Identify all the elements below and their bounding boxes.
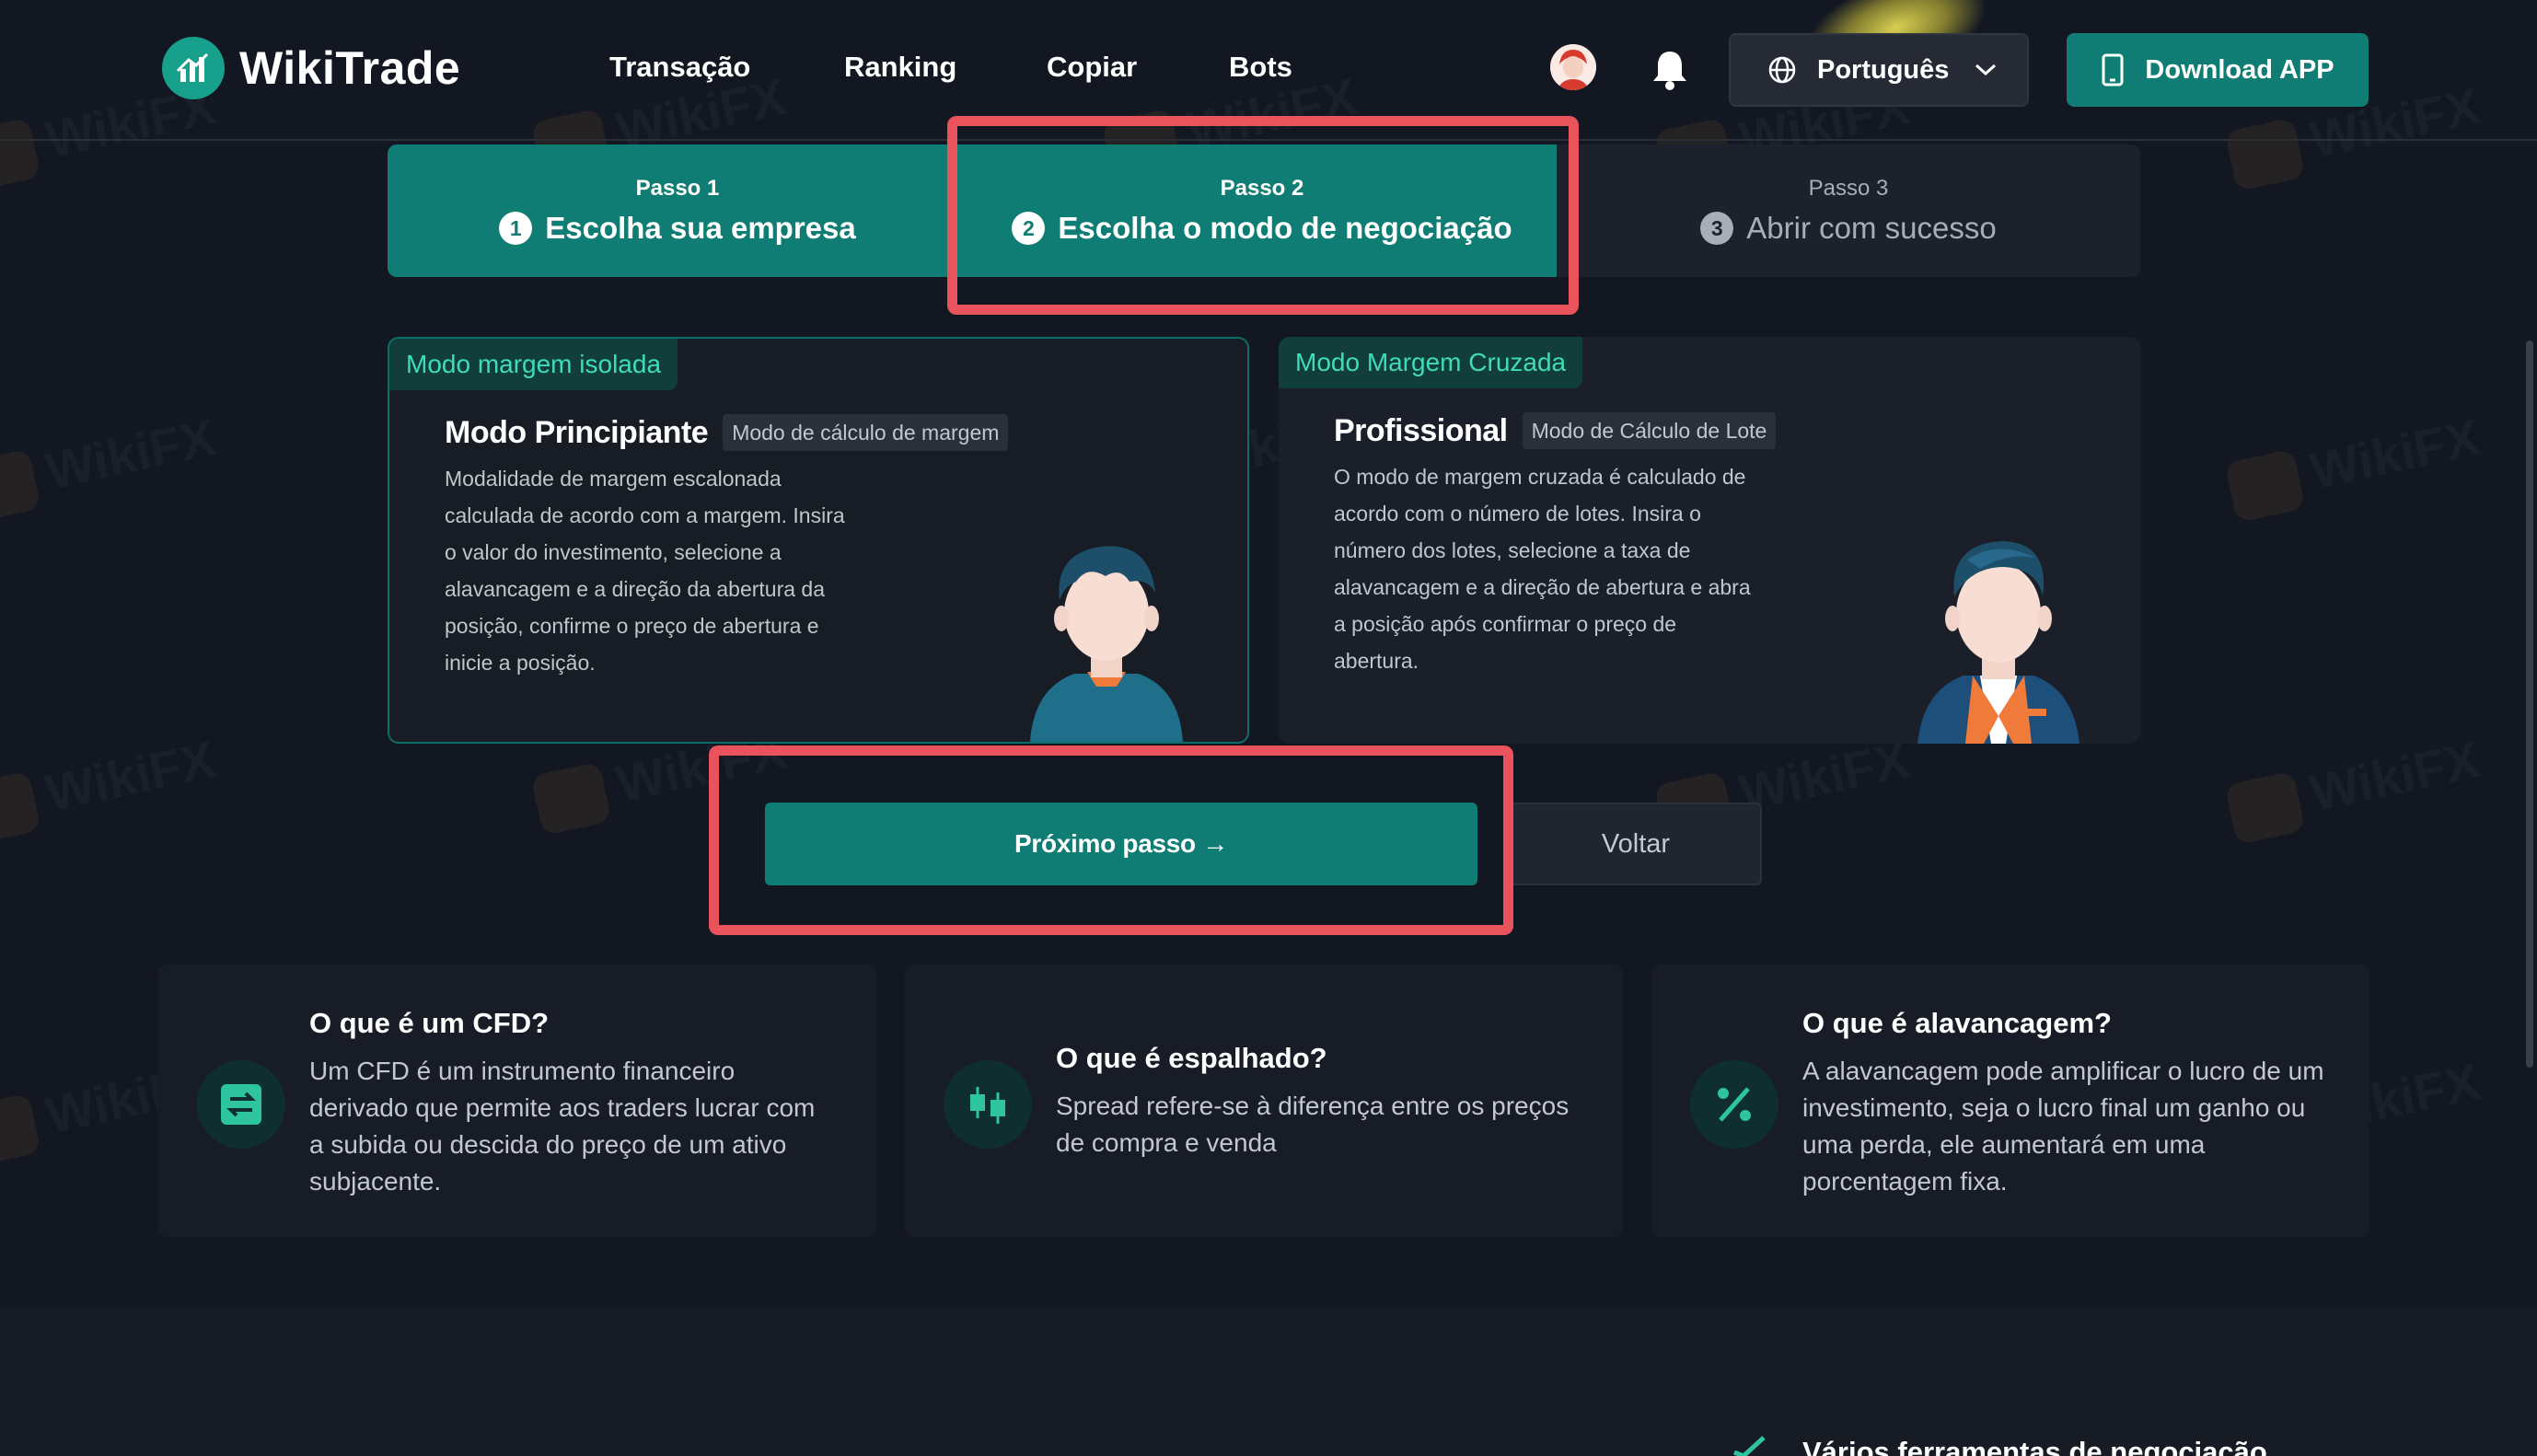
info-line: investimento, seja o lucro final um ganh… [1802, 1093, 2306, 1122]
info-card-cfd: O que é um CFD? Um CFD é um instrumento … [158, 965, 876, 1237]
nav-ranking[interactable]: Ranking [844, 51, 956, 84]
mode-title-text: Modo Principiante [445, 414, 709, 450]
exchange-icon [197, 1060, 285, 1149]
step-1: Passo 1 1 Escolha sua empresa [388, 144, 967, 277]
candlestick-icon [944, 1060, 1032, 1149]
desc-line: alavancagem e a direção da abertura da [445, 577, 826, 601]
brand-logo[interactable]: WikiTrade [162, 37, 460, 99]
info-text: A alavancagem pode amplificar o lucro de… [1802, 1053, 2346, 1200]
info-text: Spread refere-se à diferença entre os pr… [1056, 1088, 1599, 1161]
desc-line: inicie a posição. [445, 651, 596, 675]
watermark: WikiFX [2224, 729, 2486, 846]
info-line: subjacente. [309, 1167, 442, 1196]
nav-transacao[interactable]: Transação [609, 51, 750, 84]
desc-line: O modo de margem cruzada é calculado de [1334, 465, 1746, 489]
nav-copiar[interactable]: Copiar [1047, 51, 1137, 84]
desc-line: o valor do investimento, selecione a [445, 540, 782, 564]
watermark: WikiFX [0, 407, 221, 524]
next-step-label: Próximo passo → [1014, 829, 1228, 858]
info-title: O que é um CFD? [309, 1007, 550, 1039]
bottom-section [0, 1307, 2537, 1456]
notification-bell-icon[interactable] [1650, 48, 1690, 90]
info-line: Spread refere-se à diferença entre os pr… [1056, 1092, 1570, 1120]
professional-avatar-illustration [1917, 541, 2079, 744]
desc-line: acordo com o número de lotes. Insira o [1334, 502, 1701, 526]
desc-line: número dos lotes, selecione a taxa de [1334, 538, 1691, 562]
step-2-text: Escolha o modo de negociação [1058, 211, 1512, 245]
bottom-section-title: Vários ferramentas de negociação [1802, 1436, 2267, 1456]
logo-icon [162, 37, 225, 99]
mode-chip: Modo de cálculo de margem [723, 414, 1009, 451]
chevron-down-icon [1975, 64, 1997, 76]
mode-title-text: Profissional [1334, 412, 1508, 448]
nav-bots[interactable]: Bots [1229, 51, 1292, 84]
mode-description: Modalidade de margem escalonada calculad… [445, 460, 877, 681]
info-line: uma perda, ele aumentará em uma [1802, 1130, 2206, 1159]
brand-name: WikiTrade [239, 42, 461, 94]
mode-chip: Modo de Cálculo de Lote [1522, 412, 1777, 449]
step-1-title: 1 Escolha sua empresa [499, 211, 856, 246]
desc-line: alavancagem e a direção de abertura e ab… [1334, 575, 1751, 599]
step-1-text: Escolha sua empresa [545, 211, 856, 245]
back-button[interactable]: Voltar [1510, 803, 1762, 885]
info-line: A alavancagem pode amplificar o lucro de… [1802, 1057, 2324, 1085]
info-text: Um CFD é um instrumento financeiro deriv… [309, 1053, 852, 1200]
desc-line: posição, confirme o preço de abertura e [445, 614, 819, 638]
step-2-label: Passo 2 [1220, 176, 1304, 201]
desc-line: abertura. [1334, 649, 1419, 673]
step-1-number: 1 [499, 212, 533, 245]
mode-title: Profissional Modo de Cálculo de Lote [1334, 412, 1777, 449]
watermark: WikiFX [2224, 407, 2486, 524]
info-card-leverage: O que é alavancagem? A alavancagem pode … [1651, 965, 2369, 1237]
step-2-number: 2 [1012, 212, 1046, 245]
step-3-text: Abrir com sucesso [1746, 211, 1997, 245]
watermark: WikiFX [0, 729, 221, 846]
info-line: de compra e venda [1056, 1128, 1277, 1157]
info-title: O que é alavancagem? [1802, 1007, 2112, 1039]
info-card-spread: O que é espalhado? Spread refere-se à di… [905, 965, 1623, 1237]
page-scrollbar[interactable] [2526, 341, 2533, 1068]
mode-title: Modo Principiante Modo de cálculo de mar… [445, 414, 1009, 451]
info-title: O que é espalhado? [1056, 1042, 1327, 1074]
step-3-title: 3 Abrir com sucesso [1700, 211, 1997, 246]
top-header: WikiTrade Transação Ranking Copiar Bots … [0, 0, 2537, 141]
step-3-number: 3 [1700, 212, 1734, 245]
percent-icon [1690, 1060, 1778, 1149]
language-label: Português [1817, 54, 1950, 85]
download-app-label: Download APP [2145, 54, 2334, 85]
step-2-title: 2 Escolha o modo de negociação [1012, 211, 1512, 246]
step-1-label: Passo 1 [635, 176, 720, 201]
info-line: Um CFD é um instrumento financeiro [309, 1057, 736, 1085]
desc-line: a posição após confirmar o preço de [1334, 612, 1677, 636]
next-step-button[interactable]: Próximo passo → [765, 803, 1477, 885]
stepper: Passo 1 1 Escolha sua empresa Passo 2 2 … [388, 144, 2140, 277]
user-avatar[interactable] [1550, 44, 1596, 90]
check-icon [1733, 1436, 1766, 1456]
info-line: porcentagem fixa. [1802, 1167, 2008, 1196]
download-app-button[interactable]: Download APP [2067, 33, 2369, 107]
mode-description: O modo de margem cruzada é calculado de … [1334, 458, 1767, 679]
mode-tag: Modo Margem Cruzada [1279, 337, 1583, 388]
step-2: Passo 2 2 Escolha o modo de negociação [967, 144, 1557, 277]
mode-tag: Modo margem isolada [389, 339, 678, 390]
globe-icon [1768, 56, 1796, 84]
desc-line: Modalidade de margem escalonada [445, 467, 782, 491]
mode-card-beginner[interactable]: Modo margem isolada Modo Principiante Mo… [388, 337, 1249, 744]
info-line: derivado que permite aos traders lucrar … [309, 1093, 816, 1122]
language-selector[interactable]: Português [1729, 33, 2029, 107]
step-3: Passo 3 3 Abrir com sucesso [1557, 144, 2140, 277]
back-label: Voltar [1601, 828, 1671, 859]
phone-icon [2102, 53, 2124, 87]
info-line: a subida ou descida do preço de um ativo [309, 1130, 787, 1159]
beginner-avatar-illustration [1030, 546, 1183, 742]
mode-card-professional[interactable]: Modo Margem Cruzada Profissional Modo de… [1279, 337, 2140, 744]
desc-line: calculada de acordo com a margem. Insira [445, 503, 845, 527]
step-3-label: Passo 3 [1808, 176, 1889, 201]
